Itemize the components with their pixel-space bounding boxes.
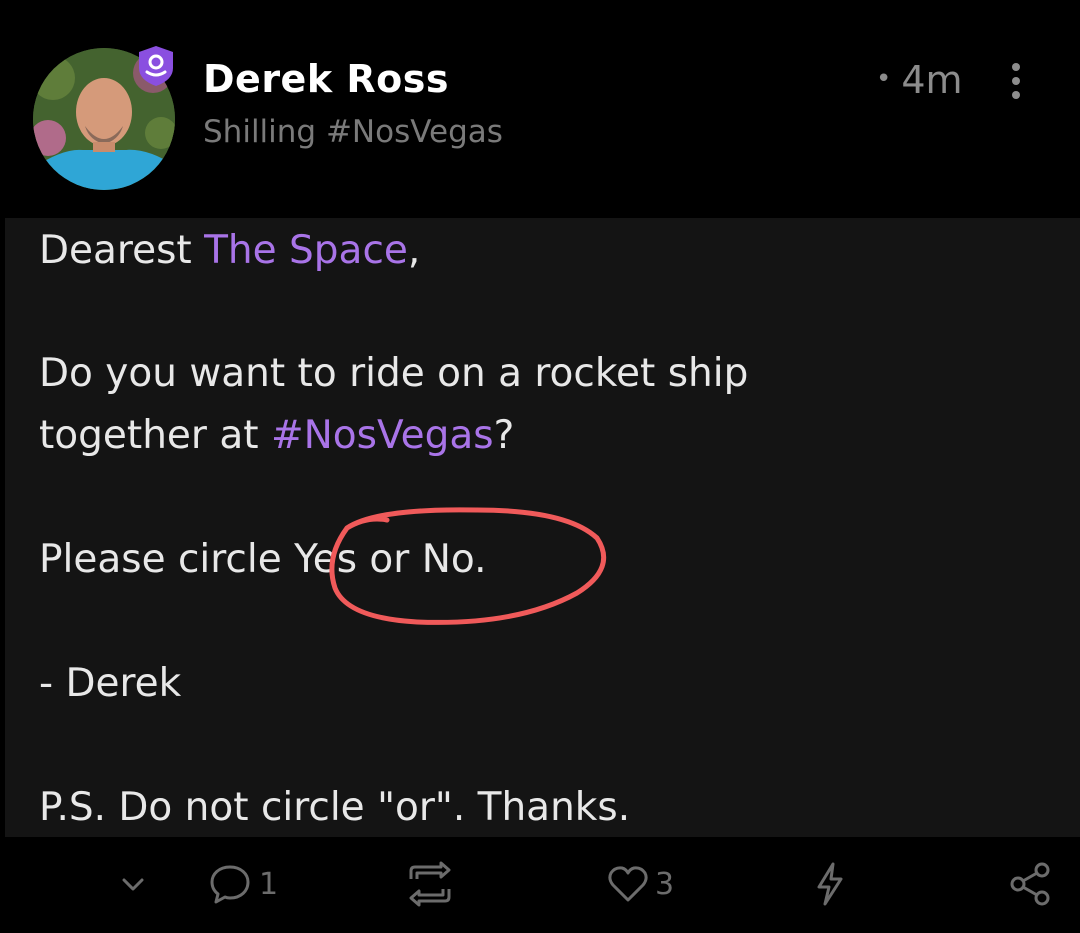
post-timestamp: • 4m [876, 58, 963, 102]
verified-badge-icon [136, 44, 176, 88]
more-options-icon[interactable] [1004, 62, 1028, 100]
line3-suffix: ? [493, 413, 515, 458]
zap-button[interactable] [813, 859, 847, 909]
like-button[interactable]: 3 [607, 859, 674, 909]
share-icon [1010, 862, 1050, 906]
post-content[interactable]: Dearest The Space, Do you want to ride o… [5, 218, 1080, 837]
line3-prefix: together at [39, 413, 271, 458]
reply-count: 1 [259, 866, 279, 902]
share-button[interactable] [1008, 859, 1052, 909]
heart-icon [608, 866, 648, 902]
post-line: Please circle Yes or No. [39, 537, 487, 582]
hashtag-link[interactable]: #NosVegas [271, 413, 494, 458]
timestamp-dot: • [876, 64, 892, 94]
lightning-icon [817, 862, 843, 906]
repost-icon [409, 861, 451, 907]
author-display-name[interactable]: Derek Ross [203, 57, 449, 101]
reply-icon [210, 865, 250, 904]
repost-button[interactable] [403, 859, 457, 909]
greeting-suffix: , [407, 228, 421, 273]
timestamp-value: 4m [901, 58, 963, 102]
collapse-chevron-icon[interactable] [118, 859, 148, 909]
greeting-prefix: Dearest [39, 228, 205, 273]
action-bar: 1 3 [0, 837, 1080, 933]
like-count: 3 [655, 866, 675, 902]
post-greeting: Dearest The Space, [39, 220, 420, 282]
reply-button[interactable]: 1 [207, 859, 278, 909]
post-line: together at #NosVegas? [39, 405, 514, 467]
post-line: Do you want to ride on a rocket ship [39, 351, 749, 396]
post-header: Derek Ross Shilling #NosVegas • 4m [0, 0, 1080, 218]
post-signature: - Derek [39, 661, 182, 706]
post-postscript: P.S. Do not circle "or". Thanks. [39, 785, 631, 830]
author-subtitle: Shilling #NosVegas [203, 114, 503, 150]
mention-link[interactable]: The Space [204, 228, 408, 273]
